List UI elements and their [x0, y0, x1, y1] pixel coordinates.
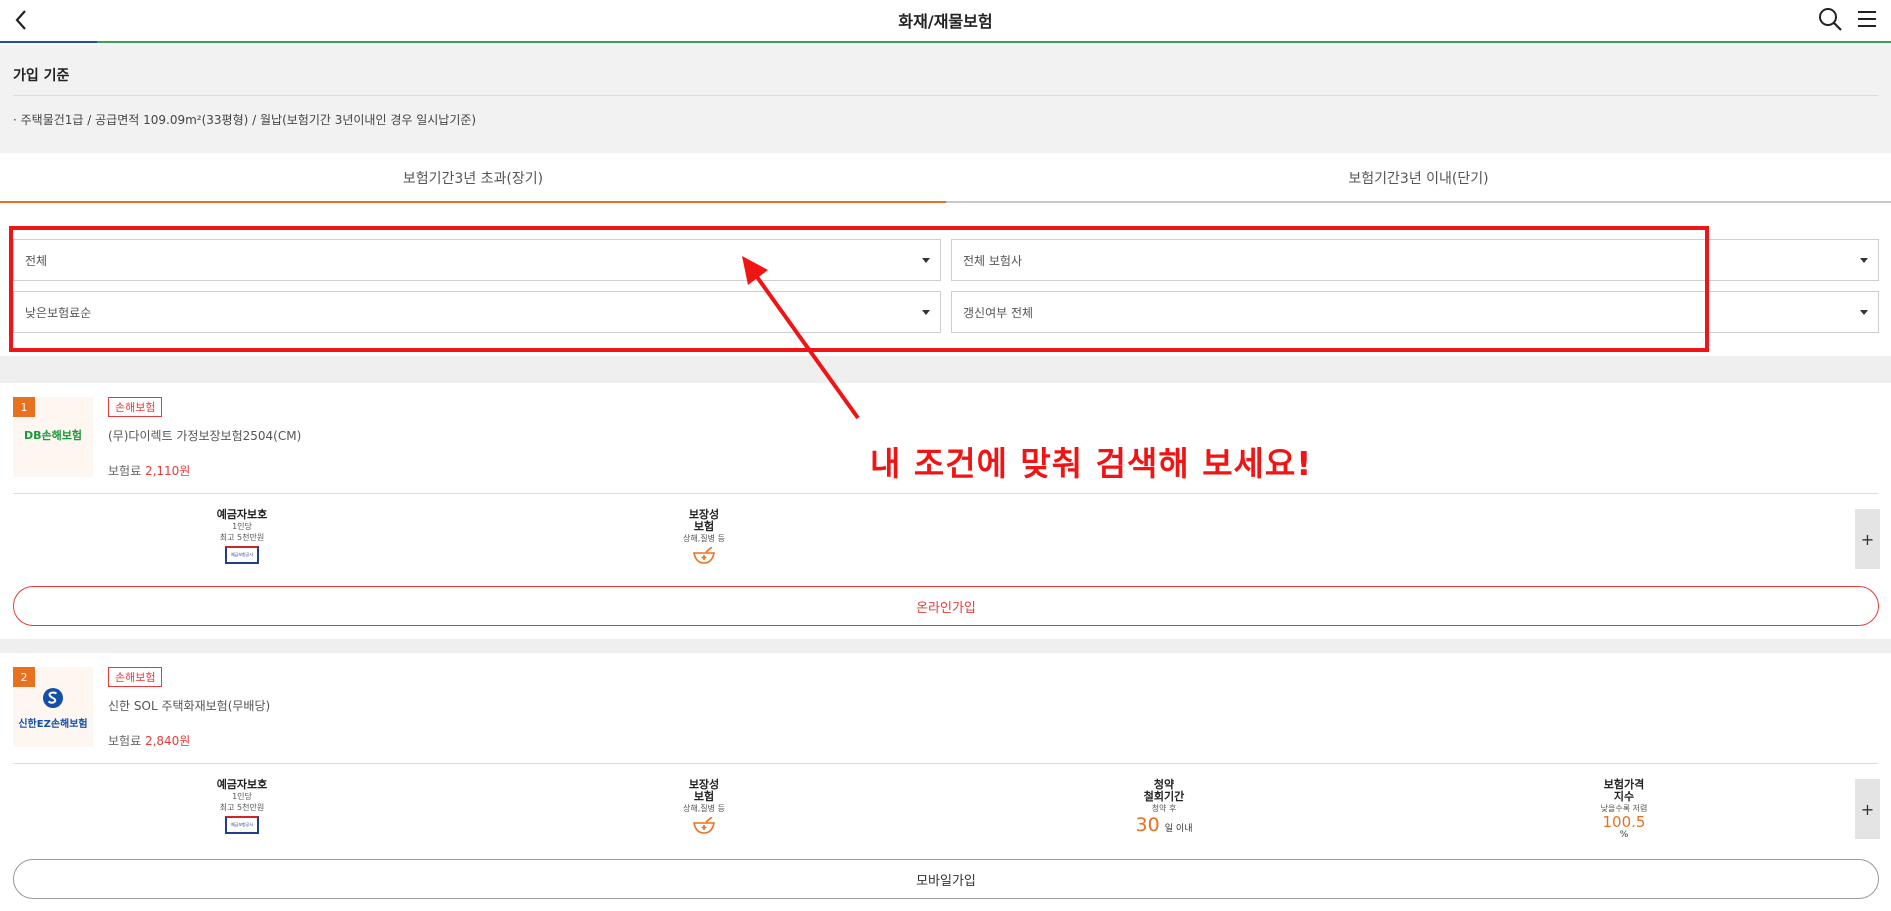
price-index-value: 100.5: [1602, 813, 1646, 831]
plus-icon: +: [1860, 529, 1875, 549]
kdic-logo-text: 예금보험공사: [230, 822, 254, 827]
premium-amount: 2,110원: [144, 464, 191, 478]
feature-deposit-protection: 예금자보호 1인당 최고 5천만원 예금보험공사: [182, 509, 302, 564]
kdic-logo-icon: 예금보험공사: [225, 816, 259, 834]
app-header: 화재/재물보험: [0, 0, 1891, 43]
card-gap: [0, 639, 1891, 653]
feature-price-index: 보험가격 지수 낮을수록 저렴 100.5 %: [1564, 779, 1684, 841]
kdic-logo-icon: 예금보험공사: [225, 546, 259, 564]
feature-sub: 청약 후: [1151, 804, 1177, 813]
feature-title: 예금자보호: [216, 508, 268, 521]
subscription-criteria: 가입 기준 · 주택물건1급 / 공급면적 109.09m²(33평형) / 월…: [0, 45, 1891, 153]
feature-coverage: 보장성 보험 상해,질병 등: [644, 779, 764, 835]
highlight-box: [9, 226, 1709, 352]
page-title: 화재/재물보험: [898, 12, 993, 31]
caret-down-icon: [1860, 310, 1868, 315]
product-card: 1 DB손해보험 손해보험 (무)다이렉트 가정보장보험2504(CM) 보험료…: [0, 383, 1891, 639]
tab-long-term[interactable]: 보험기간3년 초과(장기): [0, 155, 946, 203]
withdrawal-value: 30 일 이내: [1104, 814, 1224, 836]
plus-icon: +: [1860, 799, 1875, 819]
menu-button[interactable]: [1855, 7, 1879, 31]
product-card: 2 신한EZ손해보험 손해보험 신한 SOL 주택화재보험(무배당) 보험료 2…: [0, 653, 1891, 911]
premium-amount: 2,840원: [144, 734, 191, 748]
card-divider: [13, 493, 1878, 494]
feature-title: 예금자보호: [216, 778, 268, 791]
kdic-logo-text: 예금보험공사: [230, 552, 254, 557]
premium: 보험료 2,840원: [108, 732, 190, 749]
feature-coverage: 보장성 보험 상해,질병 등: [644, 509, 764, 565]
feature-title: 철회기간: [1143, 790, 1185, 803]
criteria-label: 가입 기준: [13, 68, 70, 84]
shinhan-logo-icon: [43, 688, 63, 708]
search-icon: [1819, 8, 1842, 31]
hamburger-menu-icon: [1858, 11, 1876, 27]
period-tabs: 보험기간3년 초과(장기) 보험기간3년 이내(단기): [0, 155, 1891, 203]
product-name[interactable]: 신한 SOL 주택화재보험(무배당): [108, 697, 270, 714]
category-badge: 손해보험: [108, 667, 163, 687]
feature-sub: 1인당: [232, 522, 252, 531]
withdrawal-unit: 일 이내: [1164, 824, 1193, 834]
feature-sub: 1인당: [232, 792, 252, 801]
insurer-logo: 1 DB손해보험: [13, 397, 93, 477]
feature-withdrawal-period: 청약 철회기간 청약 후 30 일 이내: [1104, 779, 1224, 837]
db-insurance-logo: DB손해보험: [24, 429, 82, 442]
tab-short-term[interactable]: 보험기간3년 이내(단기): [946, 155, 1891, 203]
premium-label: 보험료: [108, 464, 145, 478]
price-index-unit: %: [1619, 830, 1629, 840]
annotation-callout: 내 조건에 맞춰 검색해 보세요!: [870, 444, 1313, 483]
feature-sub: 상해,질병 등: [683, 804, 725, 813]
feature-title: 지수: [1613, 790, 1635, 803]
insurer-logo: 2 신한EZ손해보험: [13, 667, 93, 747]
rank-badge: 2: [13, 667, 35, 687]
expand-button[interactable]: +: [1855, 779, 1880, 839]
feature-deposit-protection: 예금자보호 1인당 최고 5천만원 예금보험공사: [182, 779, 302, 834]
criteria-divider: [13, 95, 1878, 96]
medicine-bowl-icon: [693, 817, 715, 834]
medicine-bowl-icon: [693, 547, 715, 564]
expand-button[interactable]: +: [1855, 509, 1880, 569]
feature-title: 보험: [693, 790, 715, 803]
withdrawal-days: 30: [1135, 814, 1160, 836]
rank-badge: 1: [13, 397, 35, 417]
shinhan-ez-logo: 신한EZ손해보험: [18, 719, 88, 730]
online-join-button[interactable]: 온라인가입: [13, 586, 1879, 626]
caret-down-icon: [1860, 258, 1868, 263]
feature-sub: 최고 5천만원: [219, 803, 265, 812]
criteria-description: · 주택물건1급 / 공급면적 109.09m²(33평형) / 월납(보험기간…: [13, 113, 477, 127]
feature-title: 보험: [693, 520, 715, 533]
mobile-join-button[interactable]: 모바일가입: [13, 859, 1879, 899]
premium-label: 보험료: [108, 734, 145, 748]
section-gap: [0, 356, 1891, 383]
product-name[interactable]: (무)다이렉트 가정보장보험2504(CM): [108, 427, 301, 444]
category-badge: 손해보험: [108, 397, 163, 417]
premium: 보험료 2,110원: [108, 462, 190, 479]
card-divider: [13, 763, 1878, 764]
page: 화재/재물보험 가입 기준 · 주택물건1급 / 공급면적 109.09m²(3…: [0, 0, 1891, 911]
search-button[interactable]: [1817, 6, 1843, 32]
feature-sub: 최고 5천만원: [219, 533, 265, 542]
header-progress-bar: [0, 41, 97, 43]
feature-sub: 상해,질병 등: [683, 534, 725, 543]
